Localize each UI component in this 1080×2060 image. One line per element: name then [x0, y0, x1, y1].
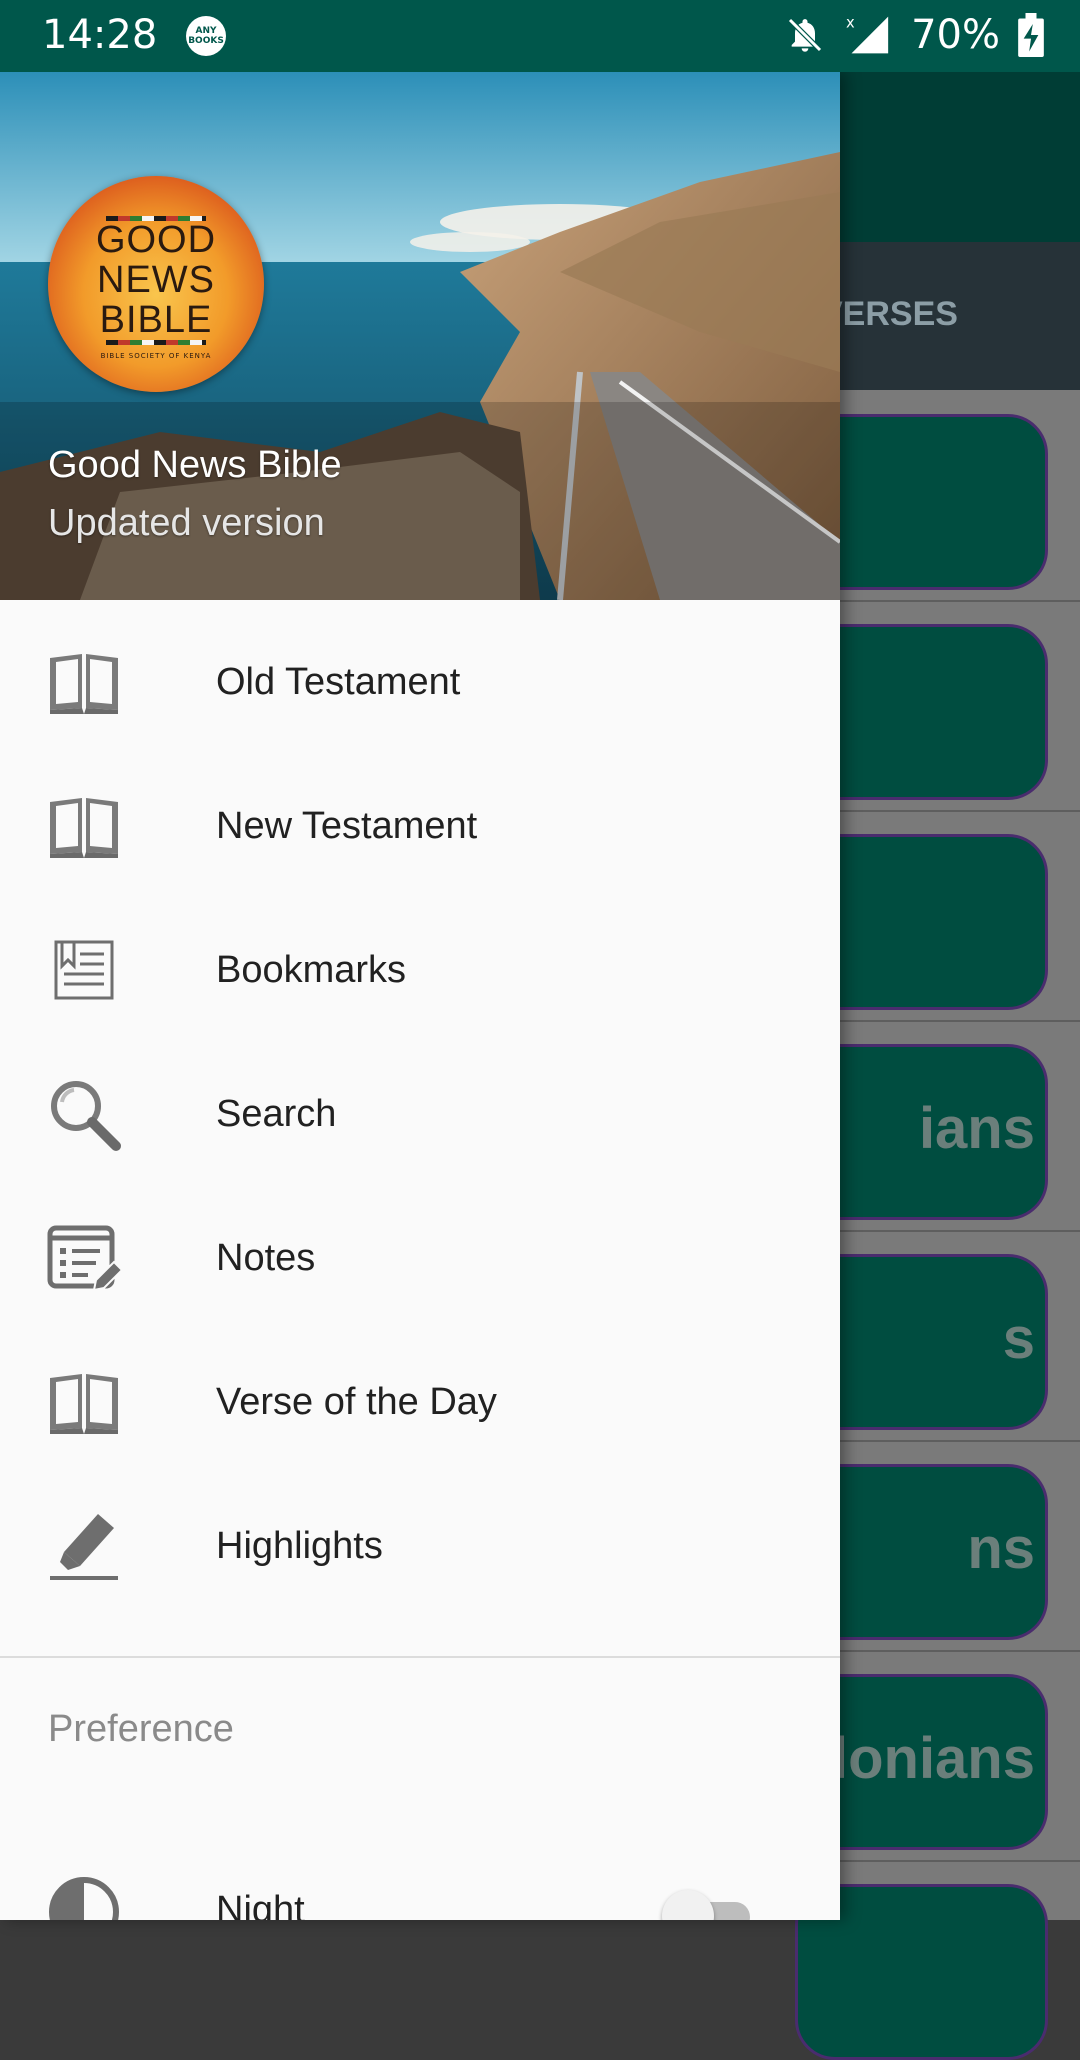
status-icons: x 70% — [785, 12, 1044, 58]
menu-item-search[interactable]: Search — [0, 1042, 840, 1186]
menu-item-label: New Testament — [216, 804, 478, 847]
status-time: 14:28 — [42, 12, 158, 58]
open-book-icon — [46, 788, 122, 864]
drawer-title: Good News Bible — [48, 444, 342, 486]
menu-divider — [0, 1656, 840, 1658]
menu-item-label: Old Testament — [216, 660, 461, 703]
section-preference: Preference — [48, 1708, 234, 1750]
menu-item-verse-of-the-day[interactable]: Verse of the Day — [0, 1330, 840, 1474]
menu-item-highlights[interactable]: Highlights — [0, 1474, 840, 1618]
highlighter-icon — [46, 1508, 122, 1584]
menu-item-label: Notes — [216, 1236, 316, 1279]
menu-item-label: Highlights — [216, 1524, 383, 1567]
night-mode-toggle[interactable] — [660, 1888, 756, 1920]
menu-item-notes[interactable]: Notes — [0, 1186, 840, 1330]
anybooks-icon: ANY BOOKS — [186, 16, 226, 56]
logo-text-line: BIBLE — [99, 299, 213, 341]
notes-icon — [46, 1220, 122, 1296]
drawer-menu: Old Testament New Testament Bookmarks Se… — [0, 600, 840, 1618]
battery-percent: 70% — [911, 12, 1000, 58]
battery-charging-icon — [1018, 13, 1044, 57]
navigation-drawer: GOOD NEWS BIBLE BIBLE SOCIETY OF KENYA G… — [0, 72, 840, 1920]
menu-item-label: Bookmarks — [216, 948, 407, 991]
status-bar: 14:28 ANY BOOKS x 70% — [0, 0, 1080, 72]
drawer-header: GOOD NEWS BIBLE BIBLE SOCIETY OF KENYA G… — [0, 72, 840, 600]
logo-caption: BIBLE SOCIETY OF KENYA — [100, 352, 212, 360]
menu-item-old-testament[interactable]: Old Testament — [0, 610, 840, 754]
menu-item-label: Night — [216, 1889, 305, 1920]
logo-text-line: NEWS — [97, 259, 215, 301]
open-book-icon — [46, 1364, 122, 1440]
open-book-icon — [46, 644, 122, 720]
search-icon — [46, 1076, 122, 1152]
bookmark-page-icon — [46, 932, 122, 1008]
toggle-thumb — [662, 1890, 714, 1920]
signal-icon: x — [846, 15, 889, 54]
menu-item-bookmarks[interactable]: Bookmarks — [0, 898, 840, 1042]
logo-stripe — [106, 340, 206, 345]
drawer-subtitle: Updated version — [48, 502, 325, 544]
menu-item-label: Verse of the Day — [216, 1380, 497, 1423]
app-logo: GOOD NEWS BIBLE BIBLE SOCIETY OF KENYA — [48, 176, 264, 392]
menu-item-label: Search — [216, 1092, 337, 1135]
svg-text:x: x — [846, 15, 855, 32]
menu-item-night[interactable]: Night — [0, 1874, 840, 1920]
contrast-icon — [46, 1874, 122, 1920]
mute-notifications-icon — [788, 18, 822, 52]
logo-text-line: GOOD — [95, 219, 217, 261]
tab-verses[interactable]: VERSES — [820, 295, 958, 334]
menu-item-new-testament[interactable]: New Testament — [0, 754, 840, 898]
